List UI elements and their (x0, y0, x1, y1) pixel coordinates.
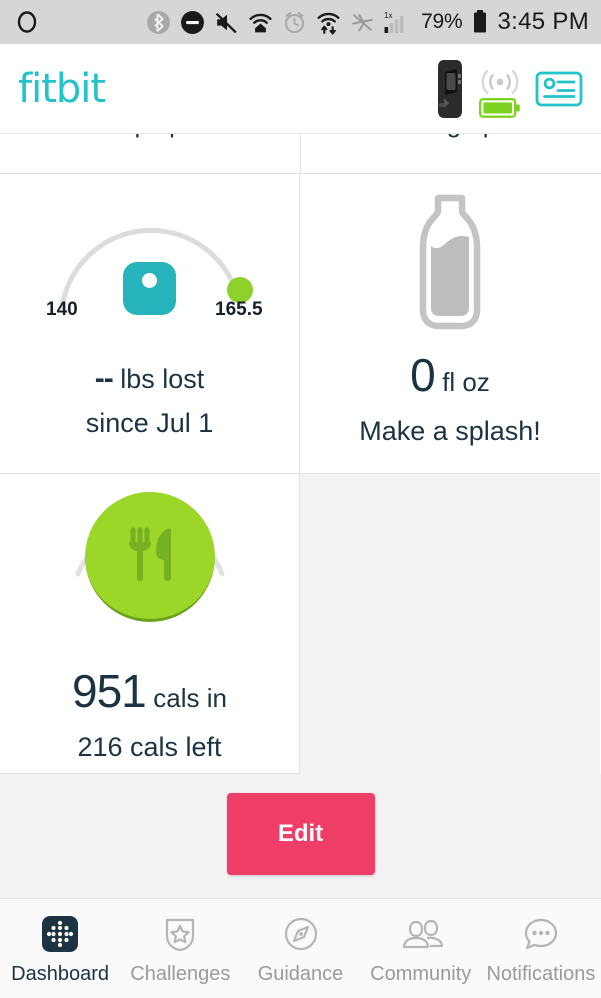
sync-battery-group (479, 68, 521, 120)
calories-art (0, 474, 300, 624)
do-not-disturb-icon (180, 10, 205, 35)
weight-marker-chip (123, 262, 176, 315)
calories-in-unit: cals in (153, 683, 227, 713)
battery-icon (472, 9, 488, 35)
calories-left-label: 216 cals left (77, 732, 222, 763)
nav-item-notifications[interactable]: Notifications (481, 912, 601, 986)
water-value: 0 (410, 349, 436, 401)
water-summary: 0 fl oz (300, 340, 600, 411)
nav-label-notifications: Notifications (486, 962, 596, 985)
tile-row-1: 140 165.5 -- lbs lost since Jul 1 0 fl o… (0, 174, 601, 474)
app-bar: fitbit (0, 44, 601, 134)
weight-gauge-min: 140 (46, 299, 78, 320)
nav-label-challenges: Challenges (130, 962, 231, 985)
water-unit: fl oz (442, 367, 490, 397)
tile-row-2: 951 cals in 216 cals left (0, 474, 601, 774)
resting-bpm-label: resting bpm (301, 134, 601, 139)
clock-label: 3:45 PM (497, 8, 589, 35)
phone-screen: 1x 79% 3:45 PM fitbit 140 165.5 -- lbs l… (0, 0, 601, 998)
weight-summary: -- lbs lost (0, 356, 299, 403)
partial-tile-row: 250+ steps per hour resting bpm (0, 134, 601, 174)
people-icon (399, 912, 443, 956)
signal-1x-icon: 1x (384, 9, 412, 35)
status-bar: 1x 79% 3:45 PM (0, 0, 601, 44)
resting-bpm-tile[interactable]: resting bpm (300, 134, 601, 173)
fork-knife-icon (115, 518, 185, 593)
chat-bubble-icon (519, 912, 563, 956)
nav-item-dashboard[interactable]: Dashboard (0, 912, 120, 986)
nav-label-dashboard: Dashboard (11, 962, 110, 985)
weight-tile[interactable]: 140 165.5 -- lbs lost since Jul 1 (0, 174, 300, 474)
calories-in-value: 951 (72, 665, 147, 717)
fitbit-dots-icon (38, 912, 82, 956)
mute-icon (214, 10, 239, 35)
water-bottle-icon (400, 192, 500, 342)
water-bottle-art (300, 174, 600, 334)
edit-button[interactable]: Edit (226, 793, 375, 875)
status-bar-left (14, 9, 40, 35)
water-message: Make a splash! (359, 416, 541, 447)
alarm-icon (282, 10, 307, 35)
bluetooth-icon (146, 10, 171, 35)
nav-item-community[interactable]: Community (361, 912, 481, 986)
app-bar-actions (431, 58, 583, 120)
wifi-home-icon (248, 10, 273, 35)
nav-item-guidance[interactable]: Guidance (240, 912, 360, 986)
bottom-navigation: Dashboard Challenges Guidance Community … (0, 898, 601, 998)
account-card-icon[interactable] (535, 69, 583, 109)
calories-progress-circle (85, 492, 215, 622)
water-tile[interactable]: 0 fl oz Make a splash! (300, 174, 600, 474)
svg-text:1x: 1x (384, 11, 392, 20)
shield-star-icon (158, 912, 202, 956)
steps-per-hour-tile[interactable]: 250+ steps per hour (0, 134, 300, 173)
nav-label-guidance: Guidance (257, 962, 344, 985)
fitbit-logo: fitbit (18, 65, 106, 112)
weight-since-label: since Jul 1 (85, 407, 214, 438)
battery-percent-label: 79% (421, 10, 463, 33)
tracker-status-group[interactable] (431, 58, 521, 120)
airplane-off-icon (350, 10, 375, 35)
weight-lost-value: -- (94, 362, 114, 395)
edit-button-area: Edit (0, 774, 601, 894)
dashboard-tiles: 250+ steps per hour resting bpm 140 165.… (0, 134, 601, 774)
nav-label-community: Community (370, 962, 472, 985)
nav-item-challenges[interactable]: Challenges (120, 912, 240, 986)
tracker-battery-icon (479, 96, 521, 120)
wifi-transfer-icon (316, 10, 341, 35)
steps-per-hour-label: 250+ steps per hour (0, 134, 300, 139)
calories-tile[interactable]: 951 cals in 216 cals left (0, 474, 300, 774)
calories-summary: 951 cals in (0, 656, 299, 727)
compass-icon (279, 912, 323, 956)
fitbit-tracker-icon (431, 58, 473, 120)
weight-lost-unit: lbs lost (120, 364, 205, 394)
sync-waves-icon (480, 68, 520, 96)
empty-tile-slot (300, 474, 600, 774)
status-bar-right: 1x 79% 3:45 PM (146, 0, 589, 44)
ring-icon (14, 9, 40, 35)
weight-gauge-max: 165.5 (215, 299, 263, 320)
weight-gauge: 140 165.5 (0, 174, 300, 324)
